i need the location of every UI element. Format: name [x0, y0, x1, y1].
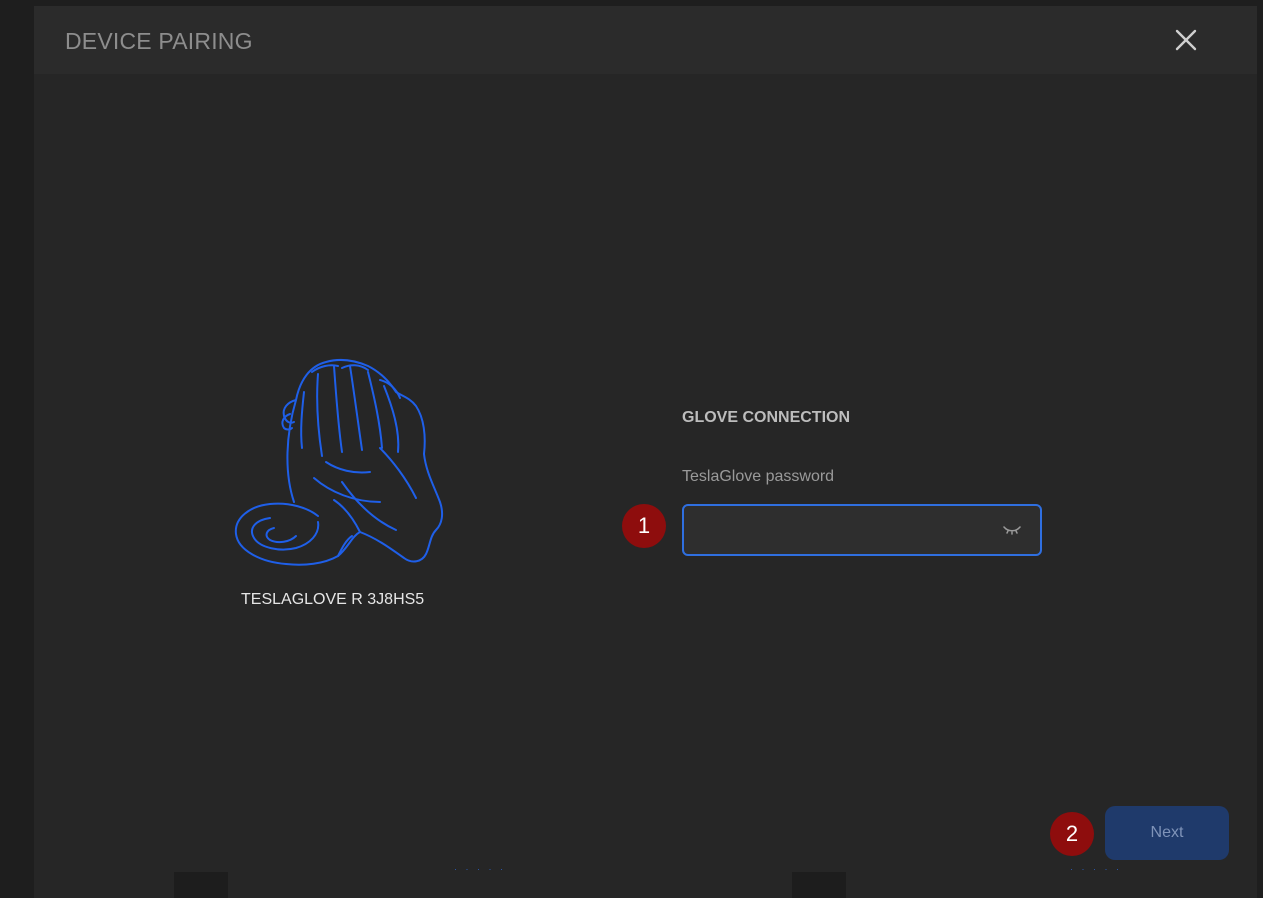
background-tab [792, 872, 846, 898]
close-icon [1175, 29, 1197, 51]
annotation-badge-1: 1 [622, 504, 666, 548]
section-title: GLOVE CONNECTION [682, 409, 851, 426]
dialog-titlebar: DEVICE PAIRING [34, 6, 1257, 74]
password-input[interactable] [682, 504, 1042, 556]
eye-closed-icon[interactable] [1002, 522, 1022, 538]
background-window-strip: · · · · · · · · · · [34, 860, 1257, 898]
glove-illustration [230, 352, 460, 580]
close-button[interactable] [1168, 22, 1204, 58]
background-decoration: · · · · · [1070, 864, 1122, 874]
background-tab [174, 872, 228, 898]
annotation-badge-2: 2 [1050, 812, 1094, 856]
next-button[interactable]: Next [1105, 806, 1229, 860]
background-decoration: · · · · · [454, 864, 506, 874]
dialog-title: DEVICE PAIRING [65, 28, 253, 54]
app-background: DEVICE PAIRING TESLAGLOVE R 3J8HS5 GLOVE… [0, 0, 1263, 898]
device-pairing-dialog: DEVICE PAIRING TESLAGLOVE R 3J8HS5 GLOVE… [34, 6, 1257, 898]
glove-outline-icon [234, 358, 444, 566]
password-label: TeslaGlove password [682, 468, 835, 485]
device-name: TESLAGLOVE R 3J8HS5 [241, 591, 425, 608]
